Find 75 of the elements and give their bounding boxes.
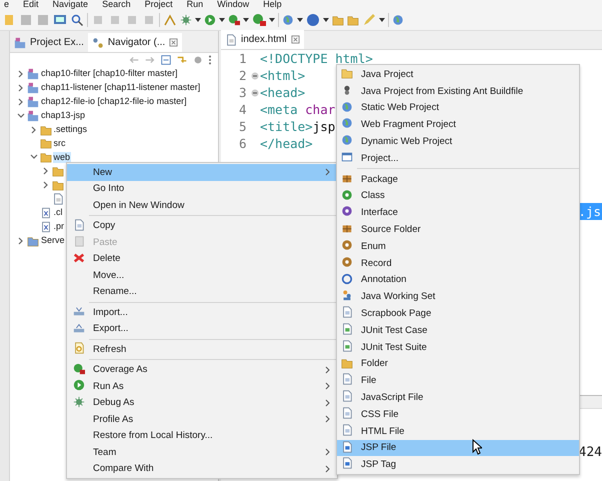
line-number: 3 [239,85,248,100]
menu-title[interactable]: Navigate [52,0,88,9]
menu-item[interactable]: Java Project [337,66,579,83]
menu-item[interactable]: Profile As [67,411,337,428]
menu-item[interactable]: Class [337,188,579,204]
menu-item[interactable]: Scrapbook Page [337,305,579,322]
menu-item[interactable]: JavaScript File [337,389,579,406]
menu-item[interactable]: JUnit Test Suite [337,338,579,356]
menu-item[interactable]: Web Fragment Project [337,116,579,134]
menu-item[interactable]: Copy [67,218,337,234]
code-line: <head> [260,85,306,100]
line-number: 2 [239,68,248,83]
menu-item[interactable]: Folder [337,356,579,372]
console-text: 424 [578,445,602,460]
menu-item[interactable]: Interface [337,204,579,222]
menu-item[interactable]: JUnit Test Case [337,322,579,339]
line-number: 5 [239,119,248,134]
menu-item[interactable]: Enum [337,238,579,255]
menu-title[interactable]: Run [186,0,204,9]
menu-item[interactable]: CSS File [337,406,579,423]
menu-item[interactable]: Coverage As [67,362,337,378]
tree-item[interactable]: chap12-file-io [chap12-file-io master] [40,96,188,108]
tree-item[interactable]: chap10-filter [chap10-filter master] [40,68,179,80]
menu-item[interactable]: File [337,372,579,390]
tree-item[interactable]: .cl [52,207,64,218]
menu-item[interactable]: Rename... [67,284,337,300]
menu-item[interactable]: Import... [67,304,337,320]
menu-item[interactable]: Debug As [67,394,337,411]
menu-item[interactable]: JSP Tag [337,456,579,474]
code-line: </head> [260,136,313,151]
menu-item[interactable]: Record [337,254,579,272]
menu-item[interactable]: Package [337,170,579,188]
menu-item[interactable]: Go Into [67,180,337,197]
menu-item[interactable]: Restore from Local History... [67,428,337,444]
menu-item[interactable]: Dynamic Web Project [337,133,579,150]
code-line: <title>jsp [260,119,336,134]
menu-item[interactable]: Delete [67,250,337,267]
menu-item[interactable]: Annotation [337,272,579,288]
line-number: 1 [239,51,248,66]
panel-tab[interactable]: Navigator (... [88,33,182,52]
tree-item[interactable]: src [52,138,66,149]
menu-item[interactable]: Project... [337,150,579,167]
menu-item[interactable]: Run As [67,378,337,394]
menu-title[interactable]: e [4,0,10,9]
menu-item[interactable]: Team [67,444,337,460]
menu-title[interactable]: Search [102,0,131,9]
menu-item[interactable]: Move... [67,267,337,284]
code-line: <html> [260,68,306,83]
menu-item[interactable]: Export... [67,320,337,337]
menu-title[interactable]: Edit [23,0,39,9]
menu-item[interactable]: Static Web Project [337,100,579,116]
menu-item[interactable]: JSP File [337,440,579,456]
tree-item[interactable]: .settings [52,124,88,135]
code-line: <meta char [260,102,336,117]
tree-item[interactable]: chap11-listener [chap11-listener master] [40,82,202,94]
menu-item[interactable]: Java Working Set [337,288,579,306]
panel-tab[interactable]: Project Ex... [10,33,88,52]
menu-item[interactable]: Open in New Window [67,197,337,214]
menu-item[interactable]: Compare With [67,460,337,477]
tree-item[interactable]: web [52,152,72,163]
tree-item[interactable]: .pr [52,221,66,232]
code-line: <!DOCTYPE html> [260,51,373,66]
menu-item[interactable]: New [67,164,337,180]
tree-item[interactable]: chap13-jsp [40,110,86,122]
line-number: 4 [239,102,248,117]
menu-item[interactable]: Refresh [67,341,337,358]
menu-title[interactable]: Window [217,0,250,9]
line-number: 6 [239,136,248,151]
menu-title[interactable]: Help [263,0,282,9]
menu-item[interactable]: Source Folder [337,221,579,238]
tree-item[interactable]: Serve [40,235,66,246]
menu-item[interactable]: HTML File [337,422,579,440]
menu-title[interactable]: Project [144,0,173,9]
menu-item[interactable]: Java Project from Existing Ant Buildfile [337,82,579,100]
editor-tab[interactable]: index.html [221,30,304,49]
